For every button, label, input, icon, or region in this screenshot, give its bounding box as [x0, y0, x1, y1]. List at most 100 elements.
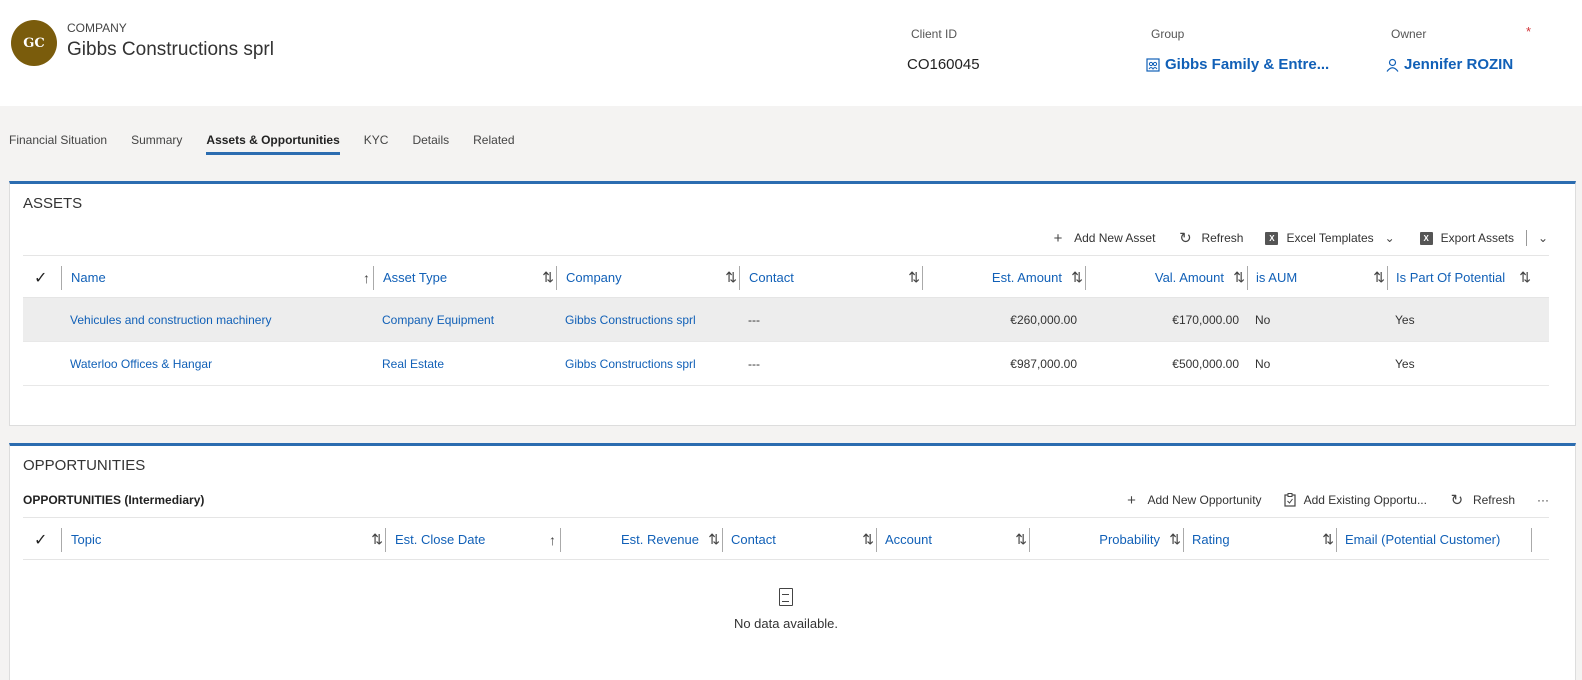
tab-details[interactable]: Details [412, 128, 449, 155]
column-divider [61, 528, 62, 552]
column-val-amount[interactable]: Val. Amount ⇅ [1085, 256, 1247, 299]
select-all-checkbox[interactable]: ✓ [34, 268, 47, 288]
add-new-asset-button[interactable]: + Add New Asset [1050, 229, 1156, 247]
column-est-close-date[interactable]: Est. Close Date ↑ [385, 518, 560, 561]
column-divider [1336, 528, 1337, 552]
sort-icon[interactable]: ⇅ [908, 269, 920, 286]
sort-icon[interactable]: ⇅ [1519, 269, 1531, 286]
company-link[interactable]: Gibbs Constructions sprl [565, 298, 696, 342]
more-commands-dropdown[interactable]: ⌄ [1535, 231, 1551, 245]
is-aum-value: No [1255, 313, 1271, 327]
tab-assets-opportunities[interactable]: Assets & Opportunities [206, 128, 340, 155]
empty-message: No data available. [733, 616, 839, 631]
column-contact-label: Contact [731, 532, 776, 547]
tab-financial-situation[interactable]: Financial Situation [9, 128, 107, 155]
group-link[interactable]: Gibbs Family & Entre... [1146, 56, 1329, 73]
column-est-revenue[interactable]: Est. Revenue ⇅ [560, 518, 722, 561]
opportunities-command-bar: + Add New Opportunity Add Existing Oppor… [1124, 488, 1576, 512]
column-rating[interactable]: Rating ⇅ [1183, 518, 1336, 561]
contact-value: --- [748, 313, 760, 327]
column-divider [1183, 528, 1184, 552]
refresh-opportunities-button[interactable]: ↻ Refresh [1449, 491, 1515, 509]
add-new-opportunity-button[interactable]: + Add New Opportunity [1124, 491, 1261, 509]
sort-icon[interactable]: ⇅ [1233, 269, 1245, 286]
column-company[interactable]: Company ⇅ [556, 256, 739, 299]
asset-type-link[interactable]: Company Equipment [382, 298, 494, 342]
opportunities-section: OPPORTUNITIES OPPORTUNITIES (Intermediar… [9, 443, 1576, 680]
asset-name-link[interactable]: Vehicules and construction machinery [70, 298, 271, 342]
column-close-date-label: Est. Close Date [395, 532, 486, 547]
page-title: Gibbs Constructions sprl [67, 39, 274, 60]
avatar: GC [11, 20, 57, 66]
sort-icon[interactable]: ⇅ [1373, 269, 1385, 286]
column-divider [722, 528, 723, 552]
document-icon [779, 588, 793, 606]
group-label: Group [1151, 27, 1185, 41]
column-account[interactable]: Account ⇅ [876, 518, 1029, 561]
column-asset-type[interactable]: Asset Type ⇅ [373, 256, 556, 299]
column-is-part-of-potential[interactable]: Is Part Of Potential ⇅ [1387, 256, 1533, 299]
add-existing-opportunity-button[interactable]: Add Existing Opportu... [1283, 493, 1427, 507]
column-rating-label: Rating [1192, 532, 1230, 547]
refresh-label: Refresh [1201, 231, 1244, 245]
column-name[interactable]: Name ↑ [61, 256, 373, 299]
column-is-part-label: Is Part Of Potential [1396, 270, 1506, 285]
refresh-assets-button[interactable]: ↻ Refresh [1177, 229, 1243, 247]
column-email[interactable]: Email (Potential Customer) [1336, 518, 1532, 561]
column-est-amount[interactable]: Est. Amount ⇅ [922, 256, 1085, 299]
asset-type-link[interactable]: Real Estate [382, 342, 444, 386]
opportunities-grid-header: ✓ Topic ⇅ Est. Close Date ↑ Est. Revenue… [23, 517, 1549, 560]
group-value: Gibbs Family & Entre... [1165, 56, 1330, 73]
is-part-value: Yes [1395, 313, 1415, 327]
company-link[interactable]: Gibbs Constructions sprl [565, 342, 696, 386]
opportunities-grid: ✓ Topic ⇅ Est. Close Date ↑ Est. Revenue… [23, 517, 1549, 631]
more-options-button[interactable]: ··· [1537, 493, 1549, 507]
sort-ascending-icon[interactable]: ↑ [363, 270, 370, 286]
sort-icon[interactable]: ⇅ [862, 531, 874, 548]
assets-title: ASSETS [23, 195, 83, 212]
owner-link[interactable]: Jennifer ROZIN [1386, 56, 1513, 73]
sort-icon[interactable]: ⇅ [542, 269, 554, 286]
tab-kyc[interactable]: KYC [364, 128, 389, 155]
assets-grid-header: ✓ Name ↑ Asset Type ⇅ Company ⇅ Contact … [23, 255, 1549, 298]
chevron-down-icon: ⌄ [1384, 231, 1395, 245]
command-separator [1526, 230, 1527, 246]
tab-summary[interactable]: Summary [131, 128, 182, 155]
plus-icon: + [1127, 491, 1136, 509]
column-is-aum[interactable]: is AUM ⇅ [1247, 256, 1387, 299]
asset-name-link[interactable]: Waterloo Offices & Hangar [70, 342, 212, 386]
sort-icon[interactable]: ⇅ [1322, 531, 1334, 548]
column-divider [1085, 266, 1086, 290]
sort-icon[interactable]: ⇅ [1169, 531, 1181, 548]
sort-icon[interactable]: ⇅ [371, 531, 383, 548]
column-topic[interactable]: Topic ⇅ [61, 518, 385, 561]
column-contact[interactable]: Contact ⇅ [722, 518, 876, 561]
owner-label: Owner [1391, 27, 1427, 41]
select-all-checkbox[interactable]: ✓ [34, 530, 47, 550]
export-assets-button[interactable]: X Export Assets [1419, 231, 1514, 245]
column-email-label: Email (Potential Customer) [1345, 532, 1501, 547]
sort-icon[interactable]: ⇅ [1015, 531, 1027, 548]
sort-icon[interactable]: ⇅ [708, 531, 720, 548]
val-amount-value: €170,000.00 [1172, 313, 1239, 327]
tab-related[interactable]: Related [473, 128, 514, 155]
plus-icon: + [1053, 229, 1063, 247]
sort-icon[interactable]: ⇅ [1071, 269, 1083, 286]
chevron-down-icon: ⌄ [1537, 231, 1549, 245]
column-contact[interactable]: Contact ⇅ [739, 256, 922, 299]
sort-icon[interactable]: ⇅ [725, 269, 737, 286]
group-icon [1146, 57, 1160, 72]
column-revenue-label: Est. Revenue [620, 532, 699, 547]
est-amount-value: €987,000.00 [1010, 357, 1077, 371]
column-probability[interactable]: Probability ⇅ [1029, 518, 1183, 561]
column-divider [1531, 528, 1532, 552]
excel-templates-button[interactable]: X Excel Templates ⌄ [1265, 231, 1397, 245]
column-company-label: Company [566, 270, 622, 285]
column-contact-label: Contact [749, 270, 794, 285]
column-divider [385, 528, 386, 552]
table-row[interactable]: Waterloo Offices & Hangar Real Estate Gi… [23, 342, 1549, 386]
sort-ascending-icon[interactable]: ↑ [549, 532, 556, 548]
column-probability-label: Probability [1099, 532, 1160, 547]
excel-icon: X [1265, 231, 1279, 245]
table-row[interactable]: Vehicules and construction machinery Com… [23, 298, 1549, 342]
